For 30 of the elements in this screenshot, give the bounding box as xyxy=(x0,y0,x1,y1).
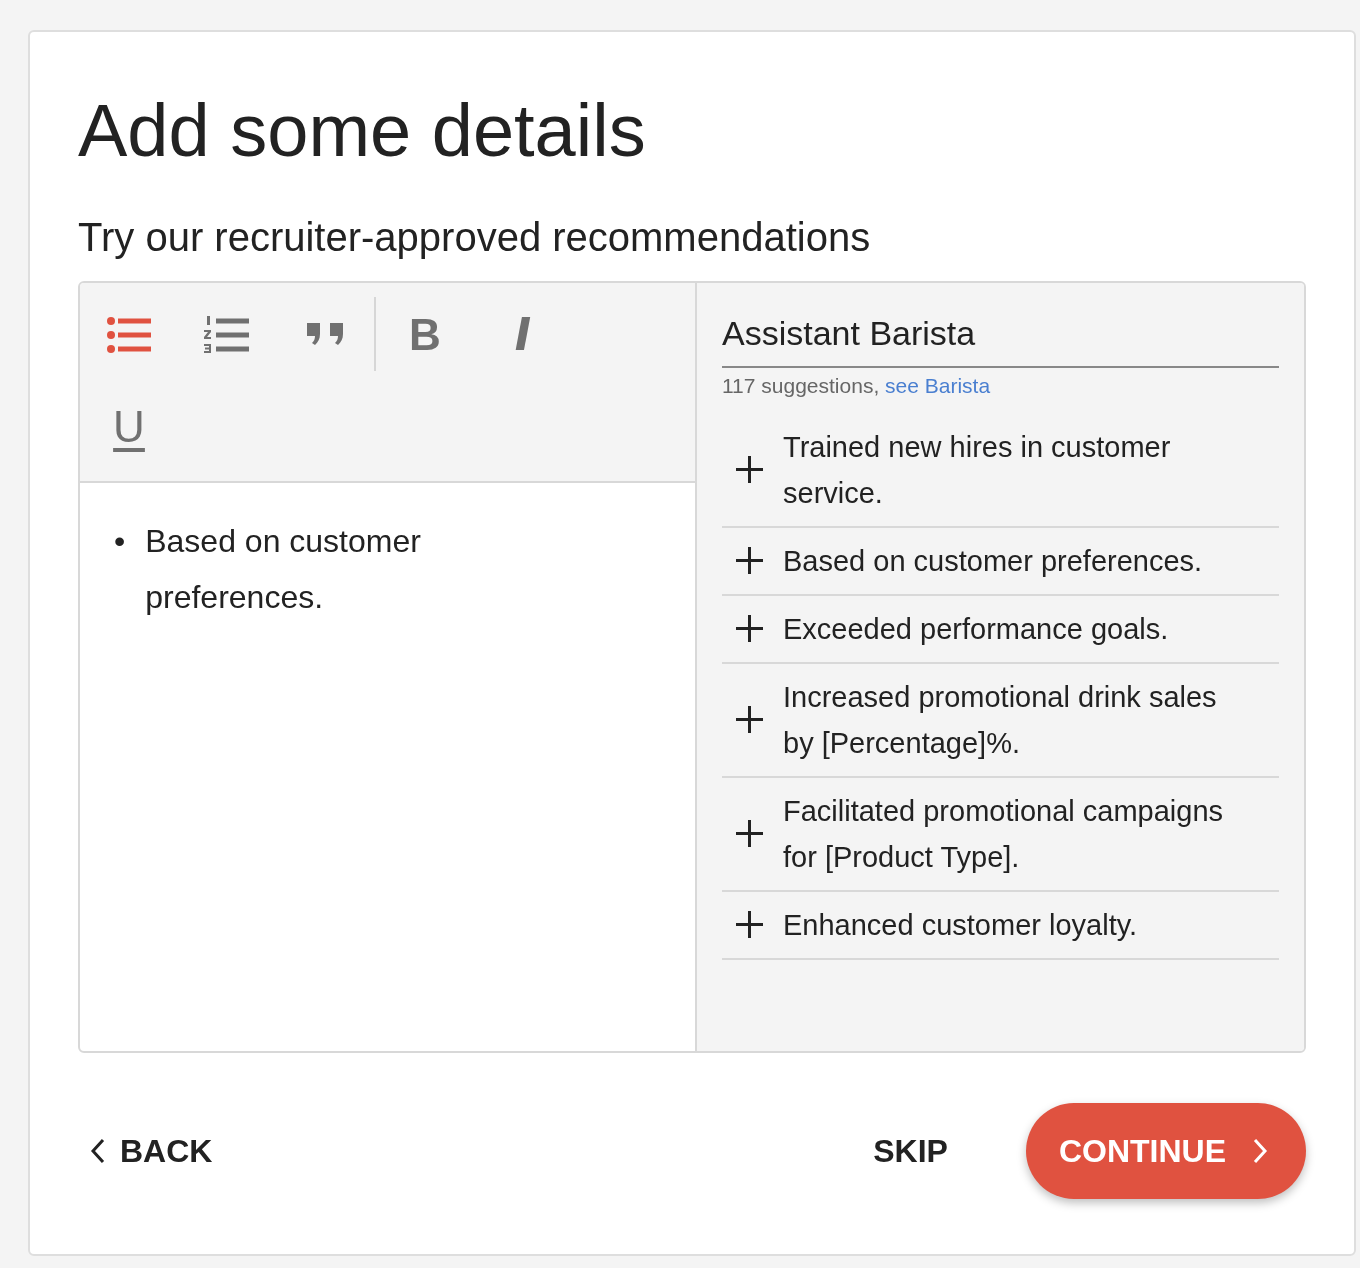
chevron-right-icon xyxy=(1252,1138,1268,1165)
suggestion-item[interactable]: Exceeded performance goals. xyxy=(722,595,1279,664)
plus-icon xyxy=(736,706,763,734)
underline-button[interactable]: U xyxy=(80,381,178,474)
plus-icon xyxy=(736,456,763,484)
bold-button[interactable]: B xyxy=(376,289,474,382)
chevron-left-icon xyxy=(90,1138,106,1165)
suggestion-item[interactable]: Facilitated promotional campaigns for [Product Type]. xyxy=(722,777,1279,892)
plus-icon xyxy=(736,820,763,848)
plus-icon xyxy=(736,615,763,643)
suggestion-item[interactable]: Enhanced customer loyalty. xyxy=(722,891,1279,960)
skip-button[interactable]: SKIP xyxy=(861,1122,960,1180)
plus-icon xyxy=(736,547,763,575)
italic-button[interactable]: I xyxy=(474,289,572,382)
numbered-list-icon xyxy=(204,316,250,355)
suggestion-item[interactable]: Increased promotional drink sales by [Percentage]%. xyxy=(722,663,1279,778)
bullet-marker: • xyxy=(114,522,126,562)
suggestion-item[interactable]: Trained new hires in customer service. xyxy=(722,413,1279,528)
suggestion-item[interactable]: Based on customer preferences. xyxy=(722,527,1279,596)
suggestion-count: 117 suggestions, see Barista xyxy=(722,373,992,398)
back-button[interactable]: BACK xyxy=(78,1122,225,1180)
see-barista-link[interactable]: see Barista xyxy=(885,373,991,397)
bullet-list-icon xyxy=(107,316,151,355)
bullet-text: Based on customer preferences. xyxy=(145,522,422,618)
page-title: Add some details xyxy=(78,88,647,174)
page-subtitle: Try our recruiter-approved recommendations xyxy=(78,214,872,262)
quote-icon xyxy=(307,323,343,348)
plus-icon xyxy=(736,911,763,939)
continue-button[interactable]: CONTINUE xyxy=(1025,1103,1306,1200)
job-title-field[interactable]: Assistant Barista xyxy=(722,313,1279,368)
